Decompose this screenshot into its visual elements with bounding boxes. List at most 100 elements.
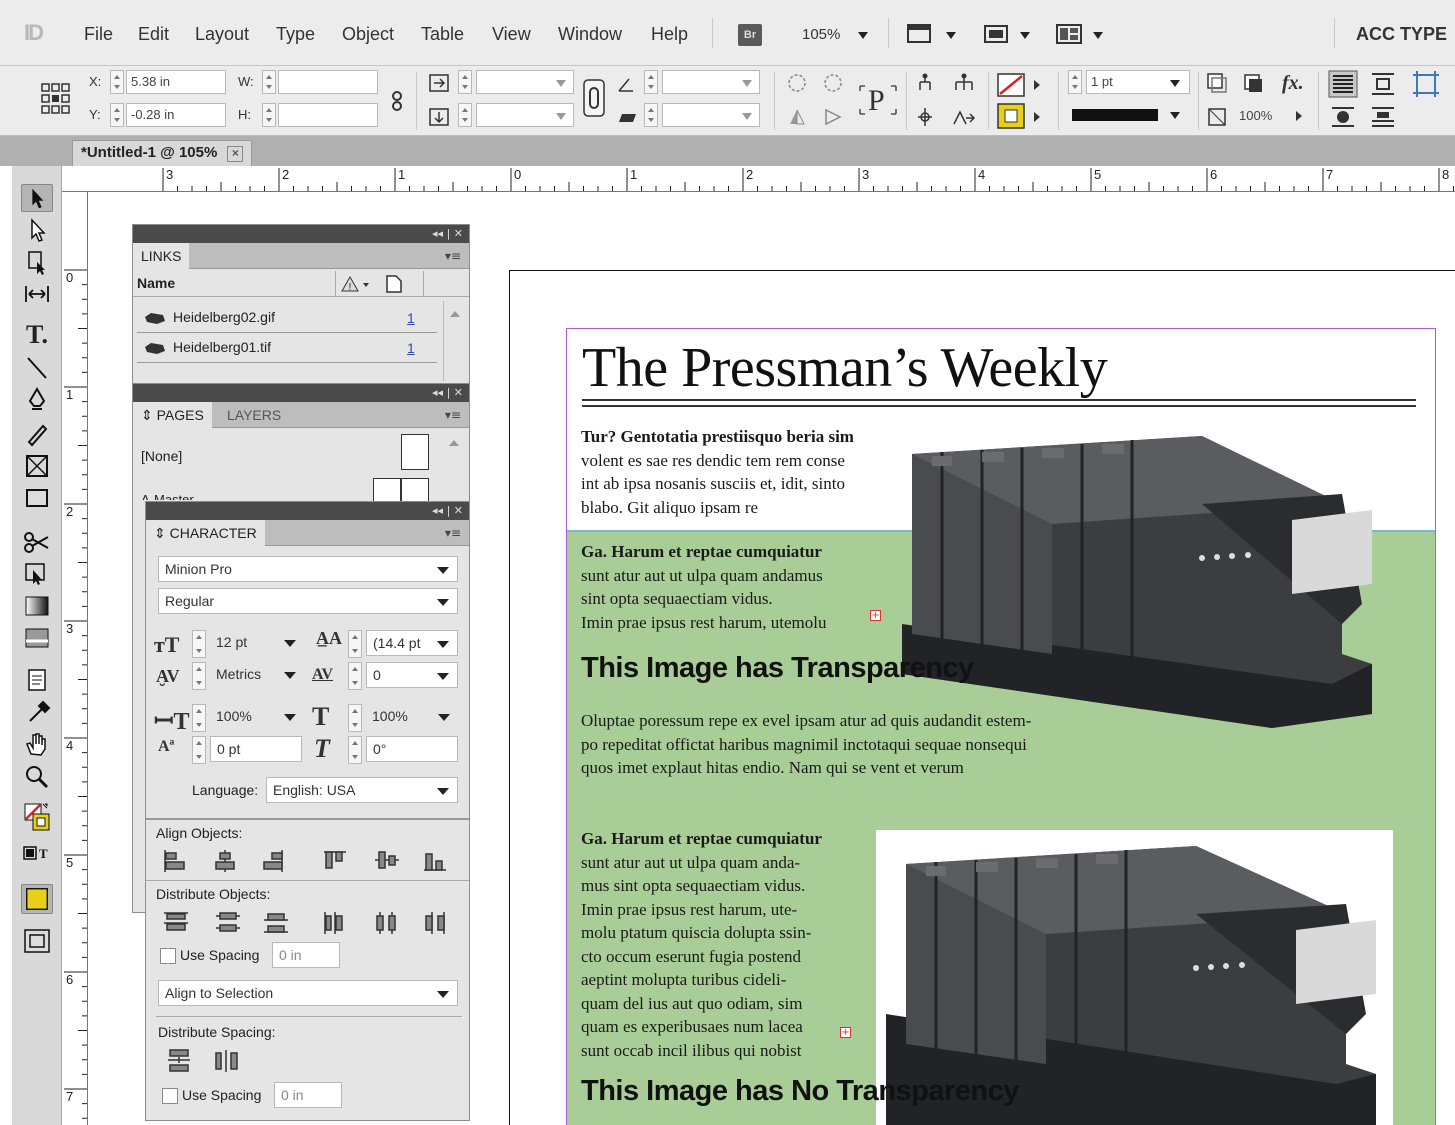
zoom-dropdown-icon[interactable] (858, 32, 868, 39)
skew-spinner[interactable] (348, 736, 362, 764)
vertical-scale-field[interactable]: 100% (210, 704, 304, 730)
overset-text-icon[interactable]: + (840, 1027, 851, 1038)
text-wrap-jump-icon[interactable] (1370, 104, 1396, 130)
align-to-select[interactable]: Align to Selection (158, 980, 458, 1006)
apply-color-icon[interactable] (21, 884, 53, 914)
font-size-field[interactable]: 12 pt (210, 630, 304, 656)
rotation-spinner[interactable] (644, 70, 658, 94)
story-paragraph-4[interactable]: Ga. Harum et reptae cumquiatur sunt atur… (581, 827, 871, 1062)
text-wrap-shape-icon[interactable] (1328, 104, 1358, 130)
rotate-cw-icon[interactable] (786, 72, 808, 94)
x-spinner[interactable] (110, 70, 124, 94)
rectangle-frame-tool-icon[interactable] (21, 452, 53, 480)
baseline-shift-spinner[interactable] (192, 736, 206, 764)
collapse-close-icon[interactable]: ◂◂ | ✕ (432, 227, 463, 240)
a-master-label[interactable]: A-Master (141, 492, 194, 500)
leading-spinner[interactable] (348, 630, 362, 658)
select-container-icon[interactable] (914, 72, 936, 94)
font-family-select[interactable]: Minion Pro (158, 556, 458, 582)
flip-vertical-icon[interactable] (822, 106, 844, 128)
scale-x-icon[interactable] (428, 72, 450, 94)
menu-window[interactable]: Window (558, 24, 622, 45)
collapse-close-icon[interactable]: ◂◂ | ✕ (432, 386, 463, 399)
zoom-level[interactable]: 105% (802, 26, 840, 43)
select-previous-object-icon[interactable] (950, 72, 978, 94)
rotation-dropdown-icon[interactable] (742, 80, 752, 87)
stroke-type-field[interactable] (1068, 104, 1190, 126)
type-tool-icon[interactable]: T. (21, 320, 53, 349)
object-effects-icon[interactable] (1242, 72, 1264, 94)
panel-menu-icon[interactable]: ▾≡ (445, 249, 461, 263)
opacity-arrow-icon[interactable] (1296, 111, 1302, 121)
free-transform-tool-icon[interactable] (21, 560, 53, 588)
text-wrap-bounding-icon[interactable] (1370, 70, 1396, 98)
baseline-shift-field[interactable]: 0 pt (210, 736, 302, 762)
shear-spinner[interactable] (644, 103, 658, 127)
gradient-feather-tool-icon[interactable] (21, 624, 53, 652)
link-row[interactable]: Heidelberg01.tif 1 (137, 335, 437, 363)
drop-shadow-icon[interactable] (1206, 72, 1228, 94)
formatting-container-text-icon[interactable]: T (21, 842, 53, 864)
horizontal-ruler[interactable]: 3 2 1 0 1 2 3 4 5 6 7 8 (62, 166, 1455, 192)
page-column-icon[interactable] (385, 274, 403, 294)
tracking-field[interactable]: 0 (366, 662, 458, 688)
rotate-ccw-icon[interactable] (822, 72, 844, 94)
masthead-title[interactable]: The Pressman’s Weekly (582, 336, 1108, 400)
links-scrollbar[interactable] (443, 301, 467, 381)
link-row[interactable]: Heidelberg02.gif 1 (137, 305, 437, 333)
tab-character[interactable]: ⇕ CHARACTER (146, 520, 265, 546)
fx-icon[interactable]: fx. (1282, 72, 1304, 95)
eyedropper-tool-icon[interactable] (21, 698, 53, 726)
fill-swatch-arrow-icon[interactable] (1034, 80, 1040, 90)
stroke-weight-spinner[interactable] (1068, 70, 1082, 94)
horizontal-scale-field[interactable]: 100% (366, 704, 458, 730)
h-spinner[interactable] (262, 103, 276, 127)
scissors-tool-icon[interactable] (21, 528, 53, 556)
w-field[interactable] (278, 70, 378, 94)
direct-selection-tool-icon[interactable] (21, 216, 53, 244)
horizontal-scale-spinner[interactable] (348, 704, 362, 732)
vertical-scale-spinner[interactable] (192, 704, 206, 732)
fill-swatch-none-icon[interactable] (996, 72, 1026, 98)
h-field[interactable] (278, 103, 378, 127)
master-page-left-thumbnail[interactable] (373, 478, 401, 502)
view-options-dropdown-icon[interactable] (946, 32, 956, 39)
note-tool-icon[interactable] (21, 666, 53, 694)
tab-layers[interactable]: LAYERS (219, 402, 289, 428)
scale-y-icon[interactable] (428, 106, 450, 128)
close-tab-icon[interactable]: × (227, 146, 244, 162)
pencil-tool-icon[interactable] (21, 420, 53, 448)
collapse-close-icon[interactable]: ◂◂ | ✕ (432, 504, 463, 517)
shear-angle-icon[interactable] (616, 106, 638, 128)
gradient-swatch-tool-icon[interactable] (21, 592, 53, 620)
scale-y-dropdown-icon[interactable] (556, 113, 566, 120)
spacing-field-2[interactable]: 0 in (274, 1082, 342, 1108)
story-paragraph-3[interactable]: Oluptae poressum repe ex evel ipsam atur… (581, 709, 1141, 780)
status-column-icon[interactable]: ! (341, 275, 371, 293)
text-wrap-none-icon[interactable] (1328, 70, 1358, 98)
menu-help[interactable]: Help (651, 24, 688, 45)
arrange-dropdown-icon[interactable] (1093, 32, 1103, 39)
leading-field[interactable]: (14.4 pt (366, 630, 458, 656)
use-spacing-checkbox-2[interactable] (162, 1088, 178, 1104)
menu-edit[interactable]: Edit (138, 24, 169, 45)
scale-x-spinner[interactable] (458, 70, 472, 94)
menu-table[interactable]: Table (421, 24, 464, 45)
y-spinner[interactable] (110, 103, 124, 127)
font-size-spinner[interactable] (192, 630, 206, 658)
reference-point-icon[interactable] (40, 82, 72, 116)
panel-grip[interactable]: ◂◂ | ✕ (133, 225, 469, 243)
stroke-weight-dropdown-icon[interactable] (1170, 80, 1180, 87)
scale-y-spinner[interactable] (458, 103, 472, 127)
view-mode-icon[interactable] (21, 926, 53, 956)
panel-menu-icon[interactable]: ▾≡ (445, 408, 461, 422)
tab-links[interactable]: LINKS (133, 243, 190, 269)
constrain-scale-icon[interactable] (582, 78, 606, 118)
menu-type[interactable]: Type (276, 24, 315, 45)
screen-mode-dropdown-icon[interactable] (1020, 32, 1030, 39)
skew-field[interactable]: 0° (366, 736, 458, 762)
constrain-proportions-icon[interactable] (386, 90, 408, 112)
opacity-field[interactable]: 100% (1234, 104, 1290, 128)
shear-dropdown-icon[interactable] (742, 113, 752, 120)
menu-layout[interactable]: Layout (195, 24, 249, 45)
